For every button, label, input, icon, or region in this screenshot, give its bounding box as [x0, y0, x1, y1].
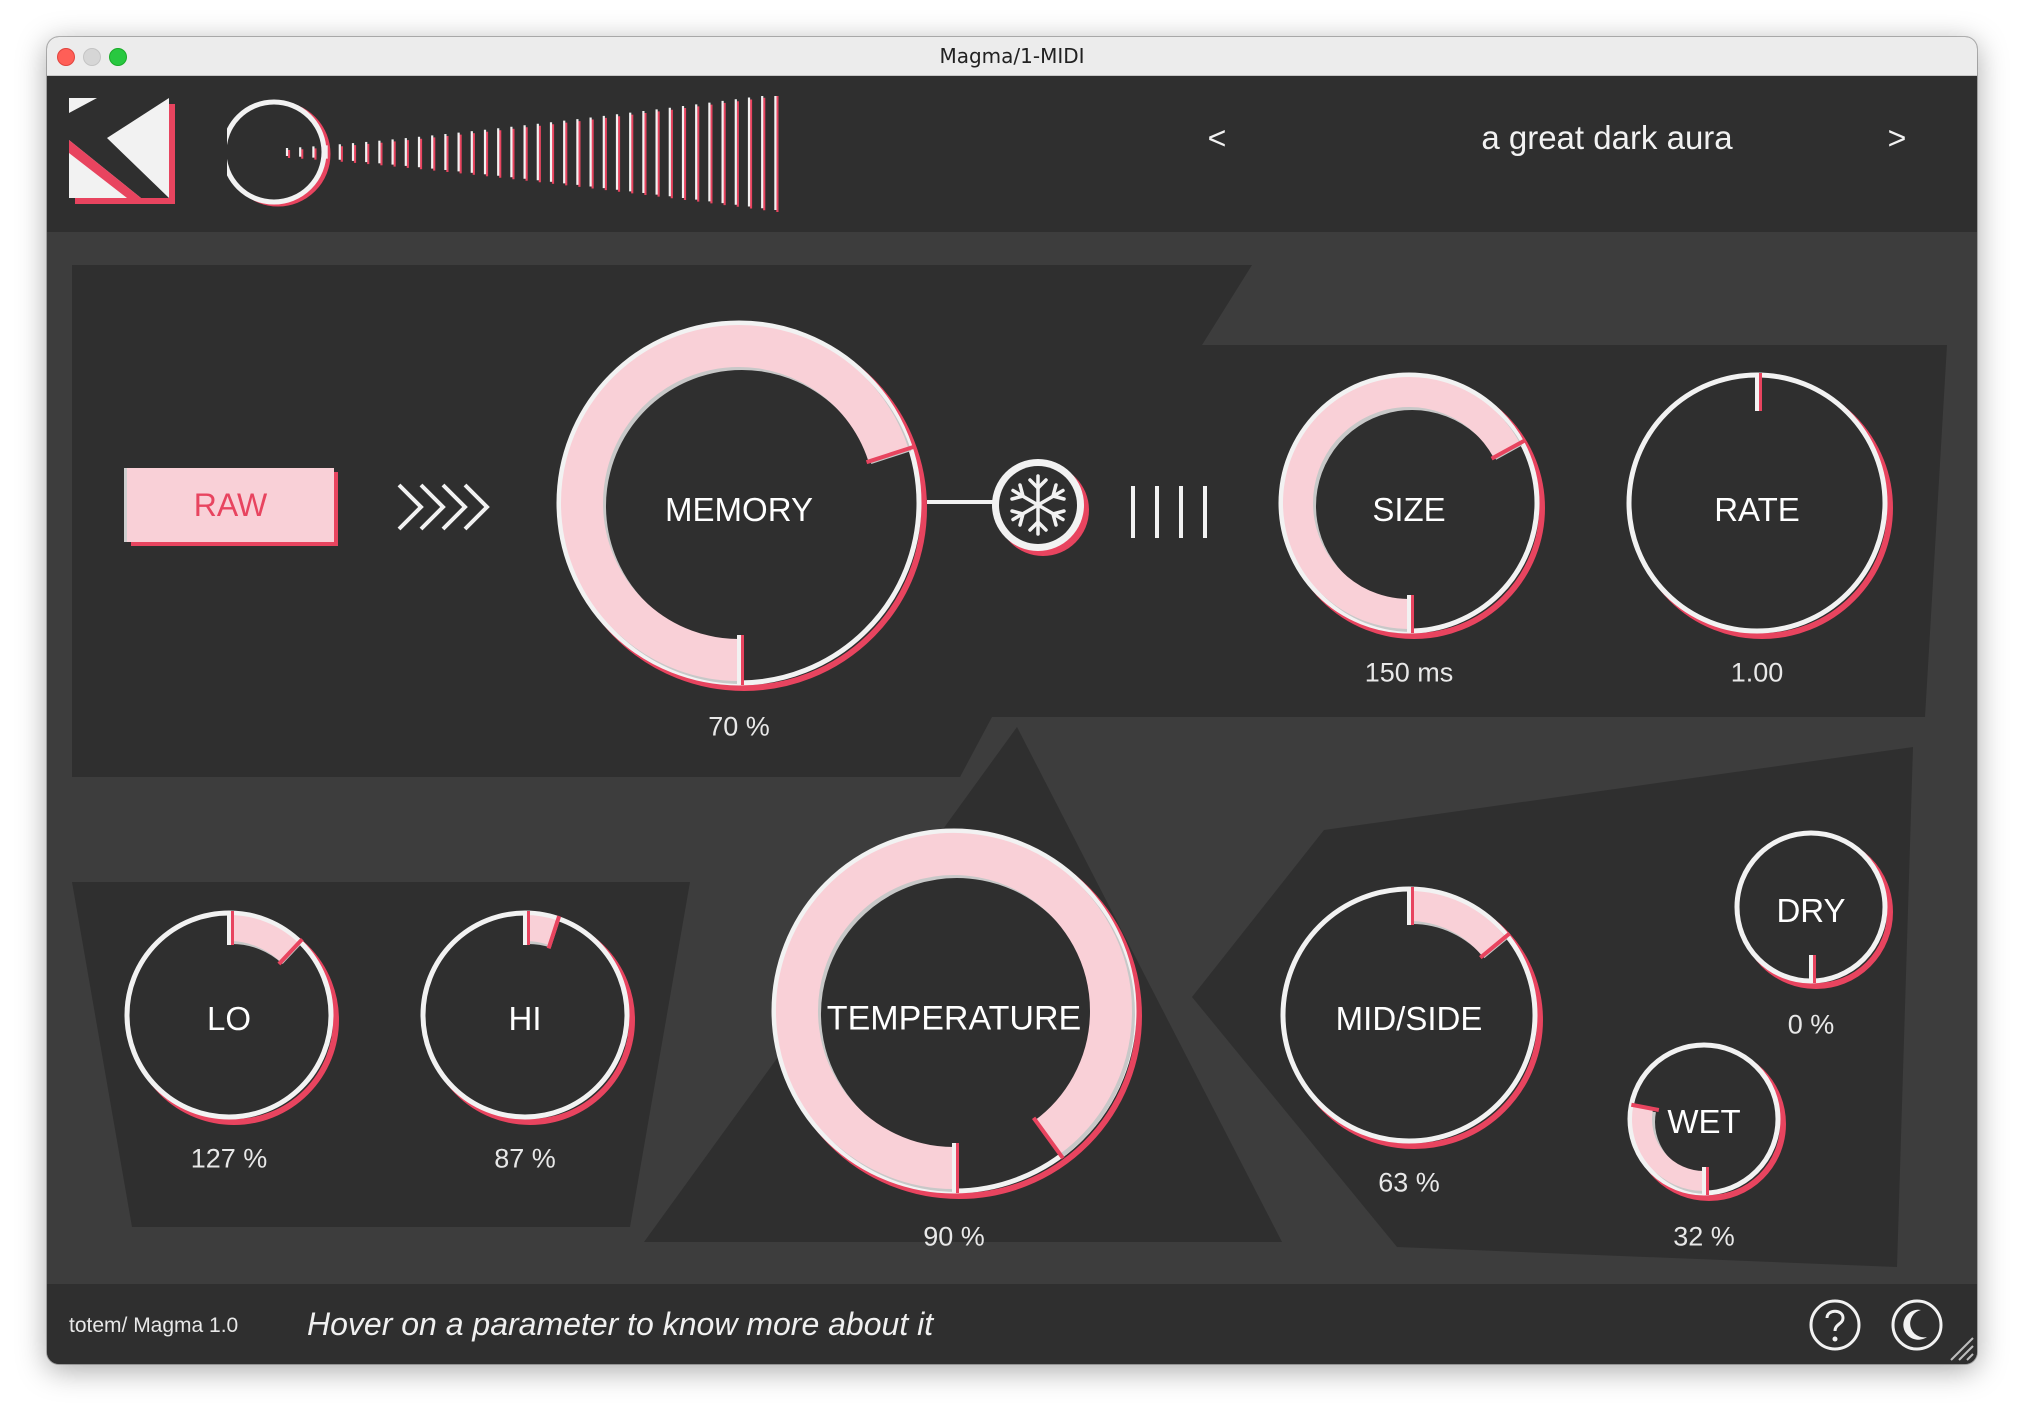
wet-knob-label[interactable]: WET — [1667, 1103, 1740, 1141]
dry-knob-label[interactable]: DRY — [1776, 892, 1845, 930]
dry-value: 0 % — [1787, 1009, 1835, 1040]
wet-value: 32 % — [1673, 1221, 1735, 1252]
mid-side-knob-label[interactable]: MID/SIDE — [1336, 1000, 1483, 1038]
help-icon[interactable] — [1807, 1297, 1863, 1353]
size-knob-label[interactable]: SIZE — [1372, 491, 1445, 529]
temperature-knob-label[interactable]: TEMPERATURE — [827, 1000, 1081, 1039]
moon-icon[interactable] — [1889, 1297, 1945, 1353]
rate-value: 1.00 — [1730, 657, 1784, 688]
rate-knob-label[interactable]: RATE — [1714, 491, 1800, 529]
footer-bar: totem/ Magma 1.0 Hover on a parameter to… — [47, 1284, 1977, 1364]
hi-value: 87 % — [494, 1143, 556, 1174]
lo-value: 127 % — [190, 1143, 268, 1174]
memory-value: 70 % — [708, 711, 770, 742]
memory-knob-label[interactable]: MEMORY — [665, 491, 813, 529]
hi-knob-label[interactable]: HI — [509, 1000, 542, 1038]
mid-side-value: 63 % — [1378, 1167, 1440, 1198]
temperature-value: 90 % — [923, 1221, 985, 1252]
hint-text: Hover on a parameter to know more about … — [307, 1306, 934, 1342]
size-value: 150 ms — [1364, 657, 1454, 688]
resize-grip-icon[interactable] — [1945, 1332, 1975, 1362]
knob-layer — [124, 320, 1893, 1201]
plugin-window: Magma/1-MIDI < a great dark aura > RAW M… — [47, 37, 1977, 1364]
lo-knob-label[interactable]: LO — [207, 1000, 251, 1038]
version-label: totem/ Magma 1.0 — [69, 1314, 239, 1337]
